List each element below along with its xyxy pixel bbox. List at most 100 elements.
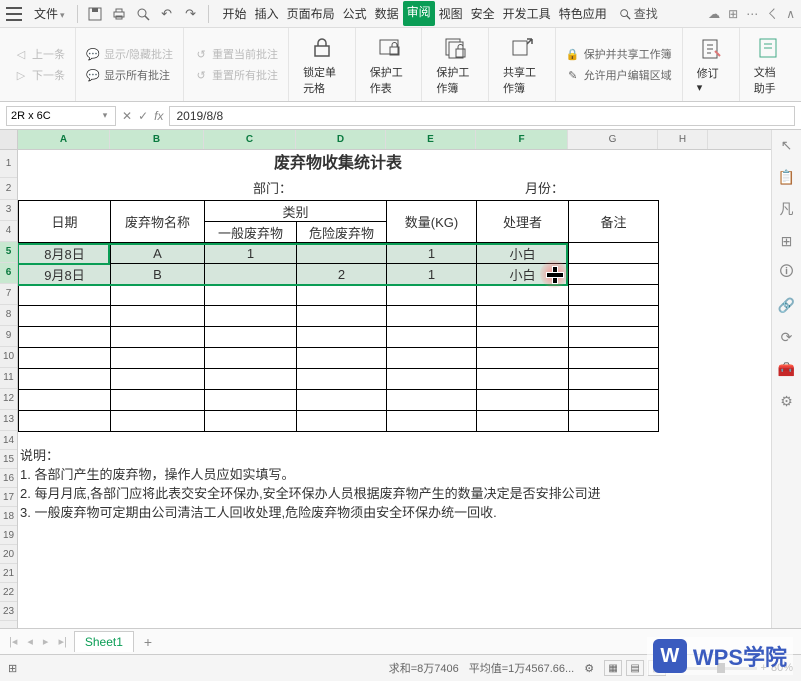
hamburger-icon[interactable] <box>6 7 22 21</box>
data-row-1[interactable]: 8月8日 A 1 1 小白 <box>19 243 659 264</box>
col-header-G[interactable]: G <box>568 130 658 149</box>
row-header-6[interactable]: 6 <box>0 263 17 284</box>
status-mode-icon[interactable]: ⊞ <box>8 662 17 675</box>
tab-formulas[interactable]: 公式 <box>339 1 371 26</box>
doc-assistant-button[interactable]: 文档助手 <box>746 30 791 100</box>
show-all-comments-button[interactable]: 💬显示所有批注 <box>82 65 177 85</box>
row-header-20[interactable]: 20 <box>0 545 17 564</box>
view-normal[interactable]: ▦ <box>604 660 622 676</box>
link-icon[interactable]: 🔗 <box>778 296 796 314</box>
row-header-5[interactable]: 5 <box>0 242 17 263</box>
select-all-corner[interactable] <box>0 130 17 150</box>
col-header-F[interactable]: F <box>476 130 568 149</box>
row-header-13[interactable]: 13 <box>0 410 17 431</box>
cell-D5[interactable] <box>297 243 387 264</box>
row-header-23[interactable]: 23 <box>0 602 17 621</box>
reset-current-button[interactable]: ↺重置当前批注 <box>190 44 282 64</box>
row-header-15[interactable]: 15 <box>0 450 17 469</box>
toolbox-icon[interactable]: 🧰 <box>778 360 796 378</box>
caret-icon[interactable]: ⋯ <box>746 7 758 21</box>
print-icon[interactable] <box>110 5 128 23</box>
share-workbook-button[interactable]: 共享工作簿 <box>495 30 549 100</box>
cell-B6[interactable]: B <box>111 264 205 285</box>
allow-edit-ranges-button[interactable]: ✎允许用户编辑区域 <box>562 65 676 85</box>
show-hide-comment-button[interactable]: 💬显示/隐藏批注 <box>82 44 177 64</box>
cell-G6[interactable] <box>569 264 659 285</box>
tab-data[interactable]: 数据 <box>371 1 403 26</box>
sheet-nav-prev[interactable]: ◂ <box>24 635 36 648</box>
cell-F5[interactable]: 小白 <box>477 243 569 264</box>
print-preview-icon[interactable] <box>134 5 152 23</box>
col-header-A[interactable]: A <box>18 130 110 149</box>
cell-C6[interactable] <box>205 264 297 285</box>
cell-E5[interactable]: 1 <box>387 243 477 264</box>
row-header-18[interactable]: 18 <box>0 507 17 526</box>
fx-icon[interactable]: fx <box>154 109 163 123</box>
col-header-H[interactable]: H <box>658 130 708 149</box>
chevron-up-icon[interactable]: ∧ <box>786 7 795 21</box>
name-box-dropdown[interactable]: ▾ <box>97 110 113 121</box>
confirm-icon[interactable]: ✓ <box>138 109 148 123</box>
cell-A6[interactable]: 9月8日 <box>19 264 111 285</box>
tab-developer[interactable]: 开发工具 <box>499 1 555 26</box>
revisions-button[interactable]: 修订 ▾ <box>689 31 733 98</box>
row-header-11[interactable]: 11 <box>0 368 17 389</box>
row-header-3[interactable]: 3 <box>0 200 17 221</box>
lock-cell-button[interactable]: 锁定单元格 <box>295 30 349 100</box>
sheet-nav-first[interactable]: |◂ <box>6 635 20 648</box>
minimize-ribbon-icon[interactable]: ㄑ <box>766 5 778 22</box>
row-header-12[interactable]: 12 <box>0 389 17 410</box>
next-comment-button[interactable]: ▷下一条 <box>10 65 69 85</box>
sheet-nav-next[interactable]: ▸ <box>40 635 52 648</box>
clipboard-icon[interactable]: 📋 <box>778 168 796 186</box>
properties-icon[interactable]: 🛈 <box>778 264 796 282</box>
backup-icon[interactable]: ⟳ <box>778 328 796 346</box>
notification-icon[interactable]: ⊞ <box>728 7 738 21</box>
cell-B5[interactable]: A <box>111 243 205 264</box>
protect-sheet-button[interactable]: 保护工作表 <box>362 30 416 100</box>
cancel-icon[interactable]: ✕ <box>122 109 132 123</box>
tab-insert[interactable]: 插入 <box>251 1 283 26</box>
name-box[interactable]: ▾ <box>6 106 116 126</box>
status-func-icon[interactable]: ⚙ <box>584 662 594 675</box>
data-row-2[interactable]: 9月8日 B 2 1 小白 <box>19 264 659 285</box>
col-header-D[interactable]: D <box>296 130 386 149</box>
add-sheet-button[interactable]: + <box>138 634 158 650</box>
prev-comment-button[interactable]: ◁上一条 <box>10 44 69 64</box>
cell-G5[interactable] <box>569 243 659 264</box>
tab-view[interactable]: 视图 <box>435 1 467 26</box>
file-menu[interactable]: 文件▾ <box>28 3 71 24</box>
row-header-22[interactable]: 22 <box>0 583 17 602</box>
search-button[interactable]: 查找 <box>619 5 658 22</box>
row-header-19[interactable]: 19 <box>0 526 17 545</box>
row-header-9[interactable]: 9 <box>0 326 17 347</box>
col-header-C[interactable]: C <box>204 130 296 149</box>
row-header-14[interactable]: 14 <box>0 431 17 450</box>
row-header-16[interactable]: 16 <box>0 469 17 488</box>
view-page[interactable]: ▤ <box>626 660 644 676</box>
grid-area[interactable]: A B C D E F G H 废弃物收集统计表 部门： 月份： 日期 废弃物名… <box>18 130 771 628</box>
cell-A5[interactable]: 8月8日 <box>19 243 111 264</box>
formula-input[interactable]: 2019/8/8 <box>169 106 795 126</box>
row-header-8[interactable]: 8 <box>0 305 17 326</box>
styles-icon[interactable]: 凡 <box>778 200 796 218</box>
tab-home[interactable]: 开始 <box>219 1 251 26</box>
row-header-17[interactable]: 17 <box>0 488 17 507</box>
undo-icon[interactable]: ↶ <box>158 5 176 23</box>
protect-share-button[interactable]: 🔒保护并共享工作簿 <box>562 44 676 64</box>
row-header-2[interactable]: 2 <box>0 178 17 200</box>
cloud-icon[interactable]: ☁ <box>708 7 720 21</box>
save-icon[interactable] <box>86 5 104 23</box>
row-header-4[interactable]: 4 <box>0 221 17 242</box>
row-header-10[interactable]: 10 <box>0 347 17 368</box>
cell-C5[interactable]: 1 <box>205 243 297 264</box>
reset-all-button[interactable]: ↺重置所有批注 <box>190 65 282 85</box>
sheet-nav-last[interactable]: ▸| <box>55 635 69 648</box>
cell-D6[interactable]: 2 <box>297 264 387 285</box>
select-icon[interactable]: ↖ <box>778 136 796 154</box>
settings-icon[interactable]: ⚙ <box>778 392 796 410</box>
name-box-input[interactable] <box>7 110 97 122</box>
row-header-21[interactable]: 21 <box>0 564 17 583</box>
redo-icon[interactable]: ↷ <box>182 5 200 23</box>
tab-special[interactable]: 特色应用 <box>555 1 611 26</box>
